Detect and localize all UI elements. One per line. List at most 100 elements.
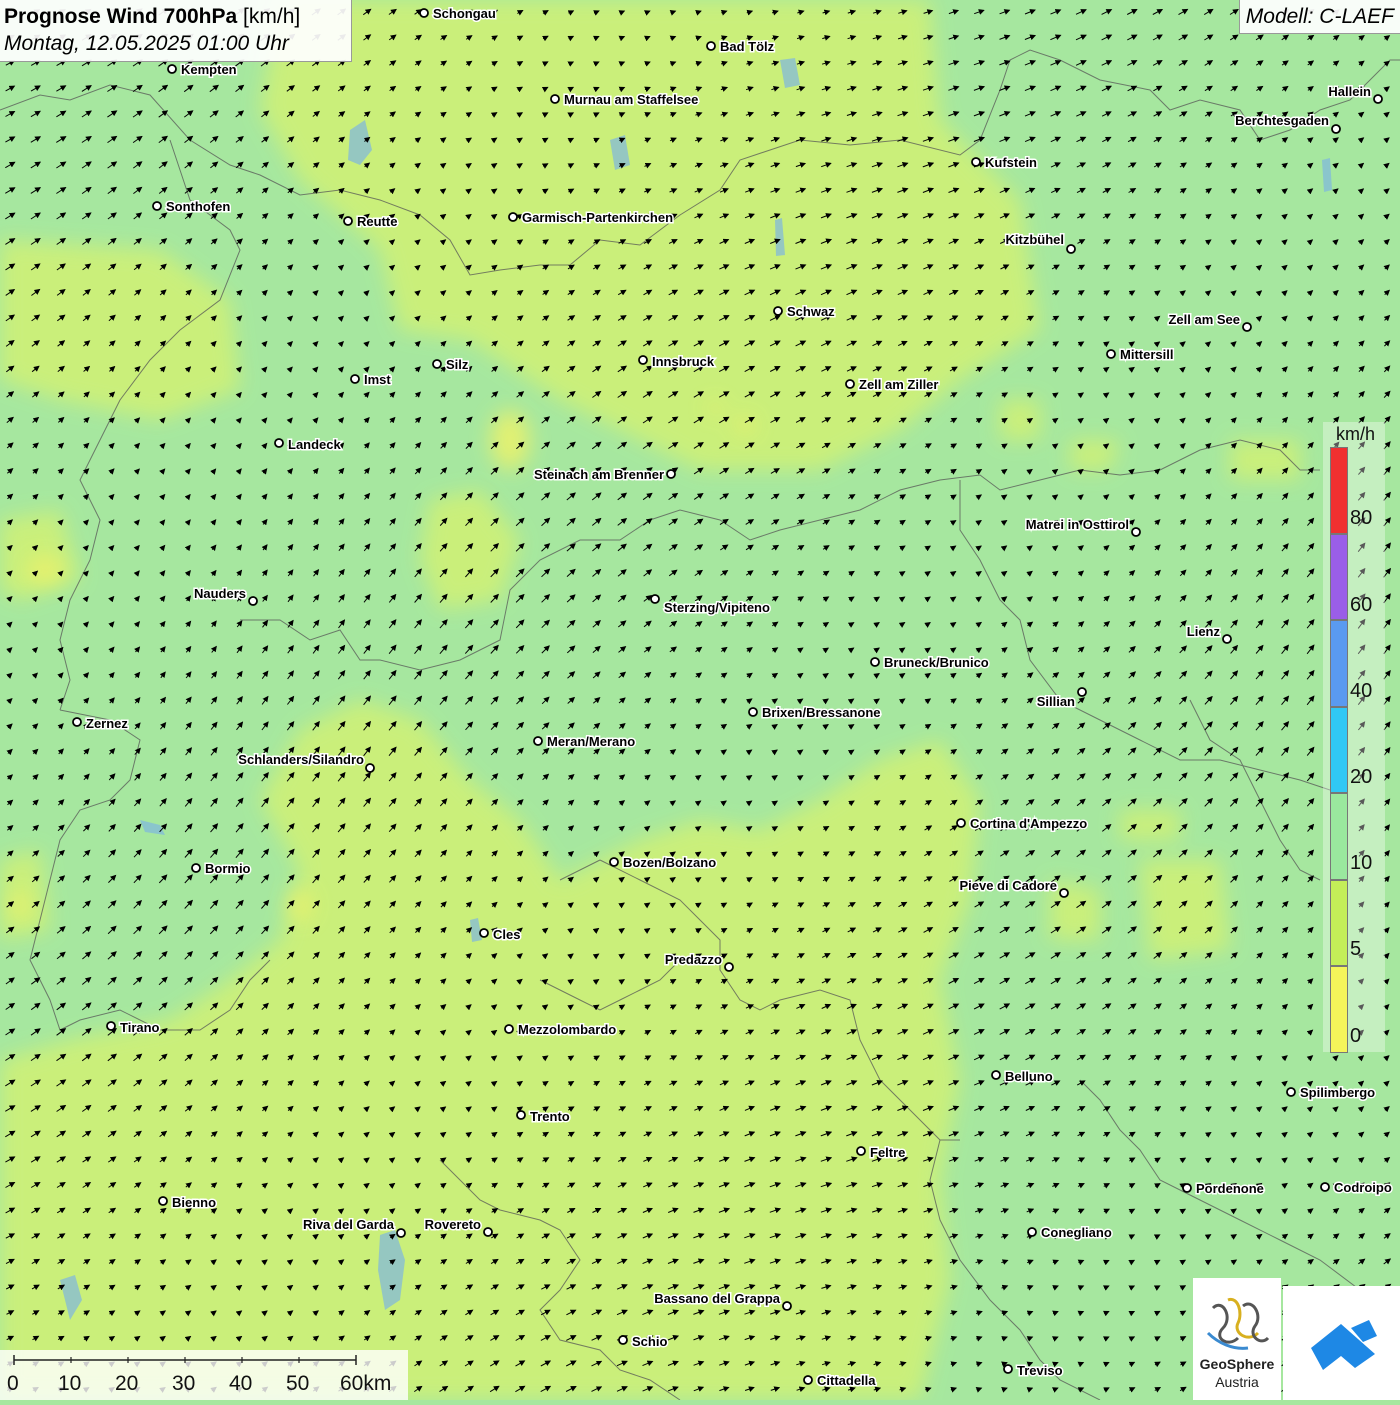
city-label: Schio	[632, 1334, 667, 1349]
scale-label-0: 0	[7, 1372, 19, 1395]
city-marker: Pordenone	[1182, 1180, 1265, 1198]
city-label: Kufstein	[985, 155, 1037, 170]
scale-label-40: 40	[229, 1372, 253, 1395]
map-title-bold: Prognose Wind 700hPa	[4, 5, 238, 28]
city-marker: Murnau am Staffelsee	[550, 91, 700, 109]
city-label: Meran/Merano	[547, 734, 635, 749]
city-label: Cittadella	[817, 1373, 876, 1388]
city-label: Trento	[530, 1109, 570, 1124]
title-panel: Prognose Wind 700hPa [km/h] Montag, 12.0…	[0, 0, 352, 62]
city-label: Bormio	[205, 861, 251, 876]
map-title-unit: [km/h]	[243, 5, 301, 28]
legend-label-60: 60	[1350, 594, 1373, 616]
city-label: Schlanders/Silandro	[238, 752, 364, 767]
city-label: Feltre	[870, 1145, 905, 1160]
city-label: Bienno	[172, 1195, 216, 1210]
legend-swatch	[1330, 447, 1348, 534]
city-label: Treviso	[1017, 1363, 1063, 1378]
city-label: Schwaz	[787, 304, 835, 319]
city-label: Spilimbergo	[1300, 1085, 1375, 1100]
app-logo[interactable]	[1283, 1286, 1400, 1400]
legend-swatch	[1330, 966, 1348, 1053]
geosphere-logo[interactable]: GeoSphere Austria	[1193, 1278, 1281, 1400]
city-label: Cortina d'Ampezzo	[970, 816, 1087, 831]
city-marker: Spilimbergo	[1286, 1084, 1377, 1102]
city-label: Pordenone	[1196, 1181, 1264, 1196]
city-label: Kitzbühel	[1006, 232, 1065, 247]
scale-label-10: 10	[58, 1372, 82, 1395]
map-title: Prognose Wind 700hPa [km/h]	[4, 3, 347, 30]
geosphere-emblem-icon	[1206, 1297, 1270, 1350]
city-label: Landeck	[288, 437, 342, 452]
legend-swatch	[1330, 793, 1348, 880]
legend-label-0: 0	[1350, 1025, 1362, 1047]
legend-swatch	[1330, 879, 1348, 966]
legend-label-20: 20	[1350, 766, 1373, 788]
city-label: Schongau	[433, 6, 496, 21]
city-marker: Meran/Merano	[533, 733, 637, 751]
city-label: Hallein	[1328, 84, 1371, 99]
city-marker: Steinach am Brenner	[532, 466, 676, 484]
legend-unit: km/h	[1336, 424, 1376, 444]
city-label: Imst	[364, 372, 391, 387]
city-label: Tirano	[120, 1020, 160, 1035]
city-label: Brixen/Bressanone	[762, 705, 881, 720]
city-label: Pieve di Cadore	[959, 878, 1057, 893]
city-label: Berchtesgaden	[1235, 113, 1329, 128]
city-label: Kempten	[181, 62, 237, 77]
city-label: Bassano del Grappa	[654, 1291, 780, 1306]
logo-line1: GeoSphere	[1199, 1356, 1275, 1372]
legend-swatch	[1330, 620, 1348, 707]
city-marker: Bruneck/Brunico	[870, 654, 990, 672]
legend-label-5: 5	[1350, 938, 1362, 960]
city-label: Lienz	[1187, 624, 1221, 639]
city-label: Sterzing/Vipiteno	[664, 600, 770, 615]
city-label: Matrei in Osttirol	[1026, 517, 1129, 532]
forecast-datetime: Montag, 12.05.2025 01:00 Uhr	[4, 32, 289, 55]
city-label: Reutte	[357, 214, 397, 229]
city-label: Mezzolombardo	[518, 1022, 616, 1037]
city-label: Conegliano	[1041, 1225, 1112, 1240]
city-label: Zell am See	[1168, 312, 1240, 327]
city-marker: Mezzolombardo	[504, 1021, 618, 1039]
city-label: Murnau am Staffelsee	[564, 92, 698, 107]
model-label: Modell: C-LAEF	[1238, 0, 1400, 34]
city-label: Belluno	[1005, 1069, 1053, 1084]
city-label: Silz	[446, 357, 469, 372]
city-marker: Bozen/Bolzano	[609, 854, 718, 872]
city-label: Codroipo	[1334, 1180, 1392, 1195]
legend-swatch	[1330, 706, 1348, 793]
blue-brand-icon	[1311, 1320, 1377, 1370]
city-label: Zell am Ziller	[859, 377, 938, 392]
legend-swatch	[1330, 533, 1348, 620]
wind-map[interactable]: Schongau Bad Tölz Kempten Murnau am Staf…	[0, 0, 1400, 1400]
scale-label-50: 50	[286, 1372, 310, 1395]
city-label: Bad Tölz	[720, 39, 775, 54]
city-label: Cles	[493, 927, 520, 942]
city-label: Innsbruck	[652, 354, 715, 369]
city-label: Predazzo	[665, 952, 722, 967]
city-label: Zernez	[86, 716, 128, 731]
legend-label-80: 80	[1350, 507, 1373, 529]
legend-label-40: 40	[1350, 680, 1373, 702]
city-marker: Brixen/Bressanone	[748, 704, 882, 722]
scale-label-30: 30	[172, 1372, 196, 1395]
city-label: Sillian	[1037, 694, 1075, 709]
city-label: Bozen/Bolzano	[623, 855, 716, 870]
city-marker: Cortina d'Ampezzo	[956, 815, 1089, 833]
city-marker: Zell am Ziller	[845, 376, 940, 394]
city-label: Riva del Garda	[303, 1217, 395, 1232]
city-label: Bruneck/Brunico	[884, 655, 989, 670]
city-label: Sonthofen	[166, 199, 230, 214]
legend-label-10: 10	[1350, 852, 1373, 874]
city-label: Steinach am Brenner	[534, 467, 664, 482]
logo-line2: Austria	[1215, 1374, 1259, 1390]
city-label: Garmisch-Partenkirchen	[522, 210, 673, 225]
scale-label-20: 20	[115, 1372, 139, 1395]
city-label: Nauders	[194, 586, 246, 601]
city-marker: Conegliano	[1027, 1224, 1113, 1242]
city-marker: Garmisch-Partenkirchen	[508, 209, 675, 227]
city-label: Mittersill	[1120, 347, 1173, 362]
scale-label-60km: 60km	[340, 1372, 392, 1395]
city-label: Rovereto	[425, 1217, 481, 1232]
